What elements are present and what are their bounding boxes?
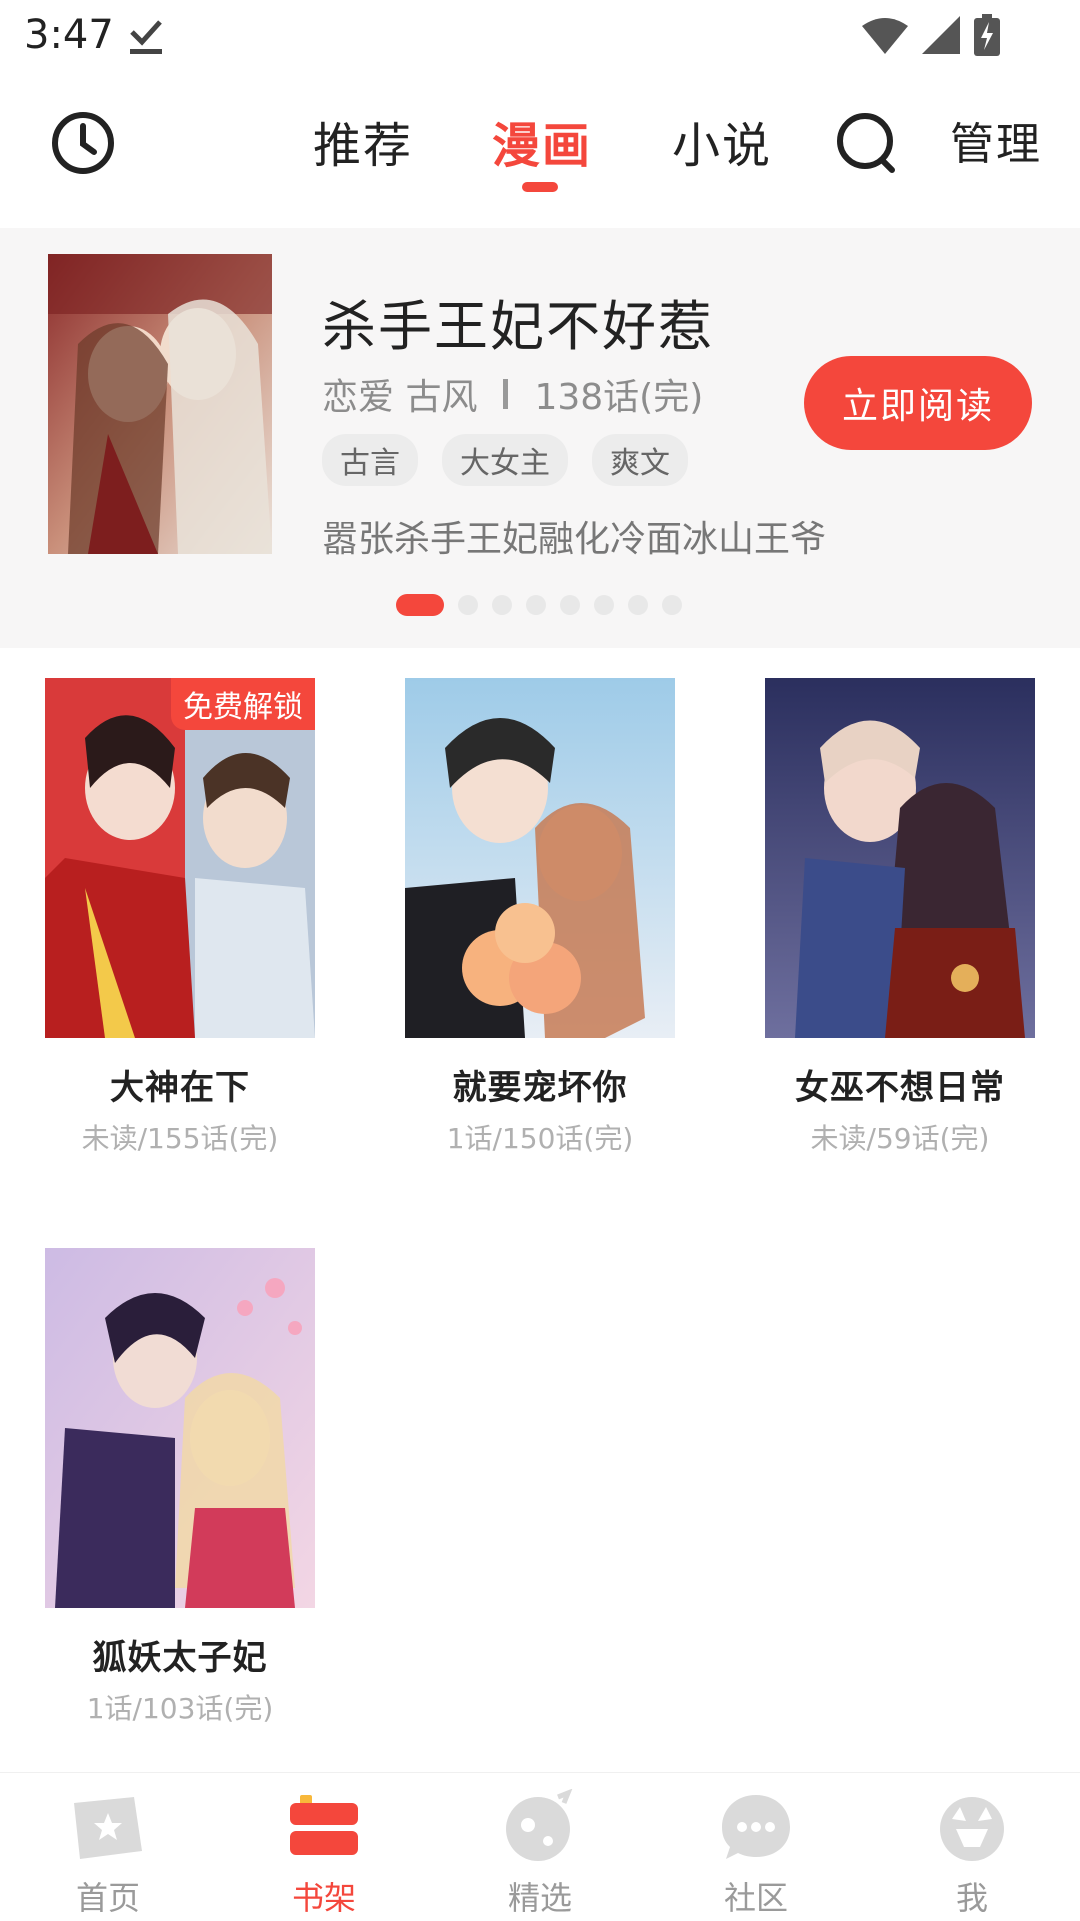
nav-bookshelf[interactable]: 书架 <box>249 1773 399 1921</box>
tag-chip[interactable]: 古言 <box>322 434 418 486</box>
status-icons <box>862 14 1000 56</box>
tab-recommend[interactable]: 推荐 <box>313 106 413 176</box>
book-progress: 未读/155话(完) <box>81 1122 279 1155</box>
book-progress: 1话/150话(完) <box>446 1122 634 1155</box>
carousel-dot[interactable] <box>458 595 478 615</box>
nav-community[interactable]: 社区 <box>681 1773 831 1921</box>
carousel-dot[interactable] <box>492 595 512 615</box>
carousel-dot[interactable] <box>628 595 648 615</box>
profile-cat-icon <box>940 1797 1004 1861</box>
meta-divider <box>503 379 509 409</box>
nav-label: 书架 <box>291 1879 356 1917</box>
tab-comics[interactable]: 漫画 <box>492 106 592 176</box>
search-icon[interactable] <box>832 108 902 178</box>
book-progress: 1话/103话(完) <box>86 1692 274 1725</box>
nav-label: 首页 <box>75 1879 140 1917</box>
carousel-dot[interactable] <box>594 595 614 615</box>
book-card[interactable]: 免费解锁 大神在下 未读/155话(完) <box>45 678 315 1157</box>
featured-tags: 古言 大女主 爽文 <box>322 434 688 486</box>
active-tab-indicator <box>522 182 558 192</box>
status-time: 3:47 <box>24 12 114 58</box>
featured-title[interactable]: 杀手王妃不好惹 <box>322 282 714 361</box>
nav-label: 精选 <box>507 1879 572 1917</box>
manage-button[interactable]: 管理 <box>950 108 1042 172</box>
book-progress: 未读/59话(完) <box>810 1122 990 1155</box>
nav-label: 我 <box>955 1879 988 1917</box>
featured-meta: 恋爱 古风 138话(完) <box>322 368 703 420</box>
read-now-button[interactable]: 立即阅读 <box>804 356 1032 450</box>
book-title[interactable]: 女巫不想日常 <box>765 1060 1035 1109</box>
featured-banner[interactable]: 杀手王妃不好惹 恋爱 古风 138话(完) 古言 大女主 爽文 嚣张杀手王妃融化… <box>0 228 1080 648</box>
free-unlock-badge: 免费解锁 <box>171 678 315 730</box>
home-star-icon <box>74 1797 142 1859</box>
bottom-navigation: 首页 书架 精选 社区 我 <box>0 1772 1080 1921</box>
book-card[interactable]: 狐妖太子妃 1话/103话(完) <box>45 1248 315 1727</box>
status-bar: 3:47 <box>0 0 1080 70</box>
carousel-indicator <box>396 594 682 616</box>
history-clock-icon[interactable] <box>48 108 118 178</box>
book-cover[interactable] <box>45 1248 315 1608</box>
featured-cover-image[interactable] <box>48 254 272 554</box>
tag-chip[interactable]: 爽文 <box>592 434 688 486</box>
book-cover[interactable] <box>765 678 1035 1038</box>
featured-genres: 恋爱 古风 <box>322 377 478 418</box>
featured-description: 嚣张杀手王妃融化冷面冰山王爷 <box>322 519 827 560</box>
carousel-dot[interactable] <box>560 595 580 615</box>
top-header: 推荐 漫画 小说 管理 <box>0 70 1080 225</box>
carousel-dot-active[interactable] <box>396 594 444 616</box>
book-card[interactable]: 就要宠坏你 1话/150话(完) <box>405 678 675 1157</box>
book-cover[interactable]: 免费解锁 <box>45 678 315 1038</box>
book-card[interactable]: 女巫不想日常 未读/59话(完) <box>765 678 1035 1157</box>
tab-novels[interactable]: 小说 <box>672 106 772 176</box>
featured-chapters: 138话(完) <box>534 377 704 418</box>
carousel-dot[interactable] <box>526 595 546 615</box>
wifi-icon <box>862 18 908 54</box>
tag-chip[interactable]: 大女主 <box>442 434 568 486</box>
battery-charging-icon <box>974 14 1000 56</box>
book-cover[interactable] <box>405 678 675 1038</box>
book-title[interactable]: 大神在下 <box>45 1060 315 1109</box>
nav-label: 社区 <box>723 1879 788 1917</box>
nav-profile[interactable]: 我 <box>897 1773 1047 1921</box>
nav-home[interactable]: 首页 <box>33 1773 183 1921</box>
book-title[interactable]: 狐妖太子妃 <box>45 1630 315 1679</box>
download-done-icon <box>130 20 162 54</box>
cellular-signal-icon <box>922 16 960 54</box>
book-title[interactable]: 就要宠坏你 <box>405 1060 675 1109</box>
bookshelf-icon <box>290 1795 358 1855</box>
planet-icon <box>506 1789 573 1861</box>
chat-bubble-icon <box>722 1795 790 1859</box>
nav-featured[interactable]: 精选 <box>465 1773 615 1921</box>
carousel-dot[interactable] <box>662 595 682 615</box>
